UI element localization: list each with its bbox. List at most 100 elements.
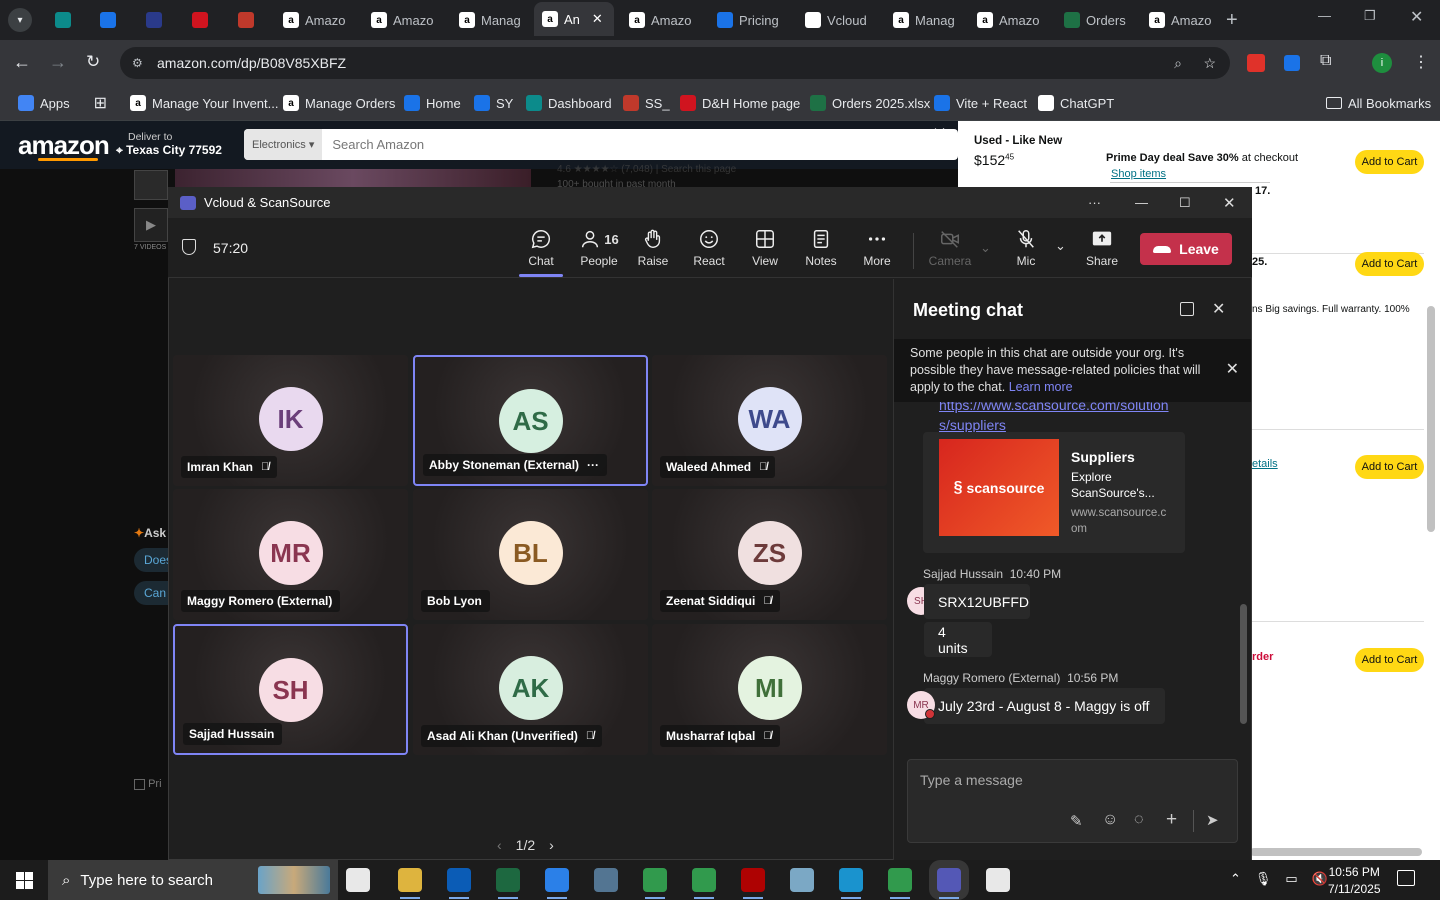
forward-icon[interactable]: → bbox=[49, 52, 67, 73]
msg2-bubble[interactable]: 4 units bbox=[924, 622, 992, 657]
bookmark-item[interactable]: Vite + React bbox=[934, 92, 1027, 114]
browser-tab[interactable]: a Amazo bbox=[1141, 6, 1226, 34]
amazon-search-bar[interactable]: Electronics ▾ Search Amazon bbox=[244, 129, 958, 160]
view-button[interactable]: View bbox=[739, 228, 791, 268]
chat-scrollbar[interactable] bbox=[1240, 604, 1247, 724]
profile-avatar[interactable]: i bbox=[1372, 53, 1392, 73]
browser-tab[interactable]: a Amazo bbox=[969, 6, 1054, 34]
tab-search-button[interactable]: ▾ bbox=[8, 8, 32, 32]
search-category-dropdown[interactable]: Electronics ▾ bbox=[244, 129, 323, 160]
mic-options-chevron-icon[interactable]: ⌄ bbox=[1055, 238, 1066, 254]
site-info-icon[interactable]: ⚙ bbox=[132, 56, 143, 70]
address-bar[interactable]: ⚙ amazon.com/dp/B08V85XBFZ ⌕ ☆ bbox=[120, 47, 1230, 79]
close-browser-button[interactable]: ✕ bbox=[1410, 7, 1423, 27]
restore-browser-button[interactable]: ❐ bbox=[1364, 8, 1376, 24]
browser-tab[interactable]: Vcloud bbox=[797, 6, 882, 34]
next-page-icon[interactable]: › bbox=[549, 837, 554, 853]
more-options-icon[interactable]: ··· bbox=[1088, 195, 1101, 210]
clock[interactable]: 10:56 PM 7/11/2025 bbox=[1328, 864, 1381, 898]
volume-muted-icon[interactable]: 🔇 bbox=[1312, 871, 1328, 887]
add-to-cart-button-2[interactable]: Add to Cart bbox=[1355, 252, 1424, 276]
amazon-logo[interactable]: amazon bbox=[18, 130, 110, 161]
prev-page-icon[interactable]: ‹ bbox=[497, 837, 502, 853]
participant-tile[interactable]: MI Musharraf Iqbal 🎙̸ bbox=[652, 624, 887, 755]
outlook-icon[interactable] bbox=[447, 868, 471, 892]
back-icon[interactable]: ← bbox=[13, 52, 31, 73]
msg1-bubble[interactable]: SRX12UBFFD bbox=[924, 584, 1030, 619]
notes-button[interactable]: Notes bbox=[795, 228, 847, 268]
participant-tile[interactable]: AK Asad Ali Khan (Unverified) 🎙̸ bbox=[413, 624, 648, 755]
bookmark-star-icon[interactable]: ☆ bbox=[1203, 55, 1216, 72]
bookmark-item[interactable]: D&H Home page bbox=[680, 92, 800, 114]
taskbar-search[interactable]: ⌕ Type here to search bbox=[48, 860, 338, 900]
participant-tile[interactable]: WA Waleed Ahmed 🎙̸ bbox=[652, 355, 887, 486]
thumbnail-image[interactable] bbox=[134, 170, 168, 200]
loop-icon[interactable]: ◌ bbox=[1134, 811, 1144, 829]
extension-red-icon[interactable] bbox=[1247, 54, 1265, 72]
format-icon[interactable]: ✎ bbox=[1070, 812, 1083, 830]
chrome-icon[interactable] bbox=[643, 868, 667, 892]
popout-chat-icon[interactable] bbox=[1180, 302, 1194, 316]
browser-tab[interactable] bbox=[230, 6, 270, 34]
msg3-avatar[interactable]: MR bbox=[907, 691, 935, 719]
vscode-icon[interactable] bbox=[839, 868, 863, 892]
people-button[interactable]: 16 People bbox=[572, 228, 626, 268]
excel-icon[interactable] bbox=[496, 868, 520, 892]
pri-checkbox[interactable]: Pri bbox=[134, 778, 162, 790]
browser-tab[interactable]: Orders bbox=[1056, 6, 1136, 34]
bookmark-item[interactable]: Apps ⊞ bbox=[18, 92, 107, 114]
camera-button[interactable]: Camera bbox=[924, 228, 976, 268]
minimize-browser-button[interactable]: — bbox=[1318, 8, 1331, 23]
new-tab-button[interactable]: + bbox=[1226, 9, 1238, 32]
amazon-search-input[interactable]: Search Amazon bbox=[322, 137, 424, 152]
calculator-icon[interactable] bbox=[594, 868, 618, 892]
browser-tab[interactable] bbox=[92, 6, 132, 34]
more-button[interactable]: More bbox=[851, 228, 903, 268]
participant-more-icon[interactable]: ··· bbox=[587, 458, 599, 472]
reload-icon[interactable]: ↻ bbox=[86, 52, 100, 72]
close-chat-icon[interactable]: ✕ bbox=[1212, 299, 1225, 319]
bookmark-item[interactable]: a Manage Your Invent... bbox=[130, 92, 278, 114]
settings-gear-icon[interactable] bbox=[986, 868, 1010, 892]
microphone-tray-icon[interactable]: 🎙 bbox=[1255, 871, 1272, 887]
attach-plus-icon[interactable]: + bbox=[1166, 809, 1177, 831]
ask-chip-1[interactable]: Does bbox=[134, 548, 172, 572]
filezilla-icon[interactable] bbox=[741, 868, 765, 892]
shop-items-link[interactable]: Shop items bbox=[1111, 168, 1166, 180]
chat-button[interactable]: Chat bbox=[515, 228, 567, 268]
participant-tile[interactable]: MR Maggy Romero (External) bbox=[173, 489, 408, 620]
zoom-icon[interactable] bbox=[545, 868, 569, 892]
msg3-bubble[interactable]: July 23rd - August 8 - Maggy is off bbox=[924, 688, 1165, 724]
network-icon[interactable]: ▭ bbox=[1285, 871, 1297, 887]
search-lens-icon[interactable]: ⌕ bbox=[1174, 55, 1182, 72]
browser-tab[interactable]: a Amazo bbox=[363, 6, 448, 34]
scrollbar-thumb[interactable] bbox=[1427, 306, 1435, 532]
add-to-cart-button-4[interactable]: Add to Cart bbox=[1355, 648, 1424, 672]
participant-tile[interactable]: AS Abby Stoneman (External) ··· bbox=[413, 355, 648, 486]
bookmark-item[interactable]: SS_ bbox=[623, 92, 670, 114]
react-button[interactable]: React bbox=[683, 228, 735, 268]
bookmark-item[interactable]: Orders 2025.xlsx bbox=[810, 92, 930, 114]
notifications-icon[interactable] bbox=[1397, 870, 1415, 886]
bookmark-item[interactable]: ChatGPT bbox=[1038, 92, 1114, 114]
bookmark-item[interactable]: a Manage Orders bbox=[283, 92, 395, 114]
bookmark-item[interactable]: Home bbox=[404, 92, 461, 114]
emoji-icon[interactable]: ☺ bbox=[1102, 811, 1118, 829]
start-windows-icon[interactable] bbox=[16, 872, 33, 889]
browser-tab[interactable] bbox=[184, 6, 224, 34]
browser-tab[interactable] bbox=[138, 6, 178, 34]
close-overlay-icon[interactable]: ✕ bbox=[932, 124, 947, 145]
message-input[interactable]: Type a message bbox=[920, 772, 1023, 788]
participant-tile[interactable]: IK Imran Khan 🎙̸ bbox=[173, 355, 408, 486]
mic-button[interactable]: Mic bbox=[1000, 228, 1052, 268]
participant-tile[interactable]: SH Sajjad Hussain bbox=[173, 624, 408, 755]
close-tab-icon[interactable]: ✕ bbox=[592, 11, 603, 27]
add-to-cart-button-3[interactable]: Add to Cart bbox=[1355, 455, 1424, 479]
participant-tile[interactable]: ZS Zeenat Siddiqui 🎙̸ bbox=[652, 489, 887, 620]
minimize-icon[interactable]: — bbox=[1135, 195, 1148, 210]
learn-more-link[interactable]: Learn more bbox=[1009, 380, 1073, 394]
chrome-alt-icon[interactable] bbox=[888, 868, 912, 892]
compose-box[interactable]: Type a message ✎ ☺ ◌ + ➤ bbox=[907, 759, 1238, 843]
show-hidden-icons-icon[interactable]: ⌃ bbox=[1230, 871, 1241, 887]
file-explorer-icon[interactable] bbox=[398, 868, 422, 892]
